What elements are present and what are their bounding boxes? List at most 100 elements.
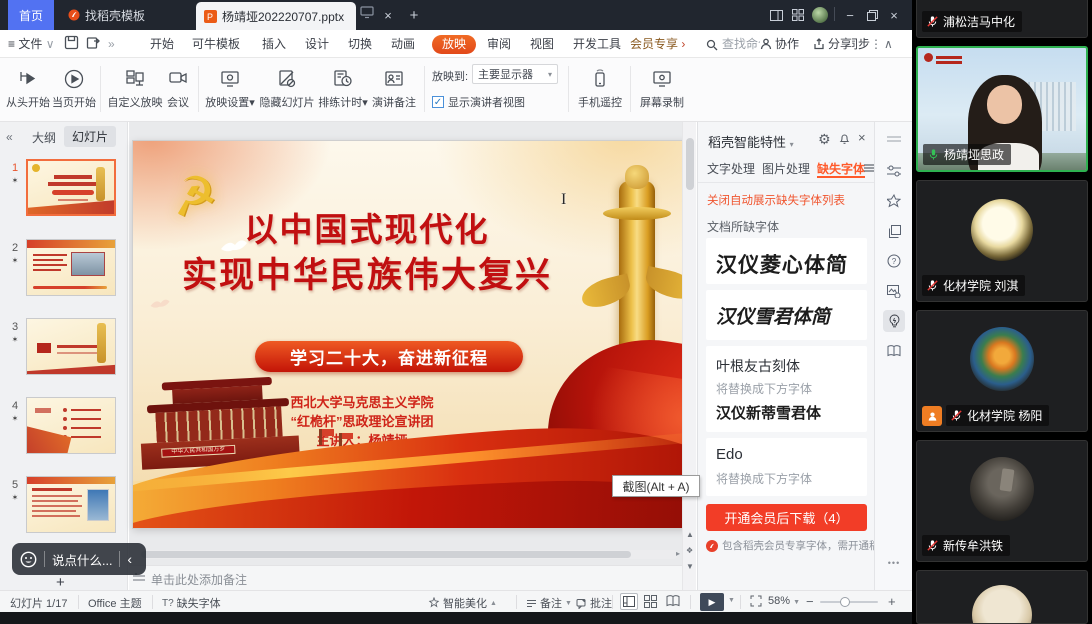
slide-nav-icon[interactable]: ❖ — [686, 546, 693, 555]
font-card-3[interactable]: 叶根友古刻体 将替换成下方字体 汉仪新蒂雪君体 — [706, 346, 867, 432]
show-settings-button[interactable]: 放映设置▾ — [204, 64, 256, 110]
menu-item-slideshow-active[interactable]: 放映 — [432, 35, 476, 54]
panel-settings-icon[interactable]: ⚙ — [818, 131, 831, 148]
menu-item-design[interactable]: 设计 — [305, 35, 329, 54]
font-card-1[interactable]: 汉仪菱心体简 — [706, 238, 867, 284]
previous-slide-button[interactable]: ▲ — [686, 530, 694, 539]
properties-sliders-icon[interactable] — [883, 160, 905, 182]
notes-button[interactable]: 备注▼ — [526, 595, 572, 611]
layout-single-icon[interactable] — [766, 5, 786, 25]
participant-tile-1[interactable]: 浦松洁马中化 — [916, 0, 1088, 38]
new-tab-button[interactable]: + — [404, 5, 424, 25]
slide-sorter-view-button[interactable] — [644, 595, 657, 611]
horizontal-scrollbar-thumb[interactable] — [141, 551, 631, 558]
phone-remote-button[interactable]: 手机遥控 — [576, 64, 624, 110]
vertical-scrollbar[interactable]: ▲ ❖ ▼ — [682, 122, 696, 590]
panel-tab-text[interactable]: 文字处理 — [707, 160, 755, 177]
presenter-view-checkbox[interactable]: ✓ 显示演讲者视图 — [432, 94, 525, 110]
menu-item-insert[interactable]: 插入 — [262, 35, 286, 54]
slide-thumbnail-1[interactable] — [26, 159, 116, 216]
tab-document[interactable]: P 杨靖垭202220707.pptx — [196, 2, 356, 30]
image-tools-icon[interactable] — [883, 280, 905, 302]
normal-view-button[interactable] — [620, 593, 638, 610]
comments-button[interactable]: 批注 — [576, 595, 612, 611]
fit-slide-icon[interactable] — [750, 595, 762, 610]
slide-title-line1[interactable]: 以中国式现代化 — [133, 203, 601, 251]
panel-drag-handle-icon[interactable] — [883, 128, 905, 150]
panel-tab-missing-fonts[interactable]: 缺失字体 — [817, 160, 865, 177]
panel-tab-image[interactable]: 图片处理 — [762, 160, 810, 177]
participant-tile-2-active-speaker[interactable]: 杨靖垭思政 — [916, 46, 1088, 172]
close-document-tab-icon[interactable]: × — [378, 5, 398, 25]
file-menu[interactable]: ≡ 文件 ∨ — [8, 35, 55, 54]
play-options-dropdown-icon[interactable]: ▼ — [728, 597, 735, 604]
horizontal-scrollbar[interactable]: ▸ — [133, 550, 678, 559]
menubar-more-icon[interactable]: ⋮∧ — [870, 35, 893, 54]
slide-title-line2[interactable]: 实现中华民族伟大复兴 — [133, 247, 601, 298]
vertical-scrollbar-thumb[interactable] — [686, 138, 694, 190]
emoji-icon[interactable] — [20, 551, 37, 568]
slide-thumbnail-2[interactable] — [26, 239, 116, 296]
menu-item-review[interactable]: 审阅 — [487, 35, 511, 54]
from-current-button[interactable]: 当页开始 — [52, 64, 96, 110]
chat-input-placeholder[interactable]: 说点什么... — [52, 550, 112, 569]
display-target-select[interactable]: 主要显示器▾ — [472, 64, 558, 84]
next-slide-button[interactable]: ▼ — [686, 562, 694, 571]
tab-template[interactable]: 找稻壳模板 — [58, 0, 155, 30]
output-icon[interactable] — [86, 35, 101, 54]
custom-show-button[interactable]: 自定义放映 — [106, 64, 164, 110]
download-after-membership-button[interactable]: 开通会员后下载（4） — [706, 504, 867, 531]
panel-title[interactable]: 稻壳智能特性 ▾ — [708, 132, 794, 151]
close-auto-show-link[interactable]: 关闭自动展示缺失字体列表 — [707, 192, 845, 208]
zoom-slider-knob[interactable] — [840, 597, 850, 607]
rehearse-timing-button[interactable]: 排练计时▾ — [316, 64, 370, 110]
scroll-right-arrow-icon[interactable]: ▸ — [676, 549, 680, 558]
save-icon[interactable] — [64, 35, 79, 54]
slide-thumbnail-3[interactable] — [26, 318, 116, 375]
theme-name[interactable]: Office 主题 — [88, 595, 142, 611]
from-beginning-button[interactable]: 从头开始 — [6, 64, 50, 110]
slides-tab-active[interactable]: 幻灯片 — [64, 126, 116, 147]
menu-item-keniu-template[interactable]: 可牛模板 — [192, 35, 240, 54]
zoom-slider[interactable] — [820, 601, 878, 603]
participant-tile-4[interactable]: 化材学院 杨阳 — [916, 310, 1088, 432]
tab-home[interactable]: 首页 — [8, 0, 54, 30]
share-button[interactable]: 分享 — [813, 35, 852, 52]
slide-banner[interactable]: 学习二十大，奋进新征程 — [255, 341, 523, 372]
user-avatar[interactable] — [812, 7, 828, 23]
smart-features-icon-active[interactable] — [883, 310, 905, 332]
menu-item-transition[interactable]: 切换 — [348, 35, 372, 54]
restore-button[interactable] — [862, 5, 882, 25]
guide-book-icon[interactable] — [883, 340, 905, 362]
outline-tab[interactable]: 大纲 — [32, 129, 56, 146]
play-slideshow-button[interactable]: ▶ — [700, 593, 724, 611]
zoom-out-button[interactable]: − — [806, 594, 814, 609]
hide-slide-button[interactable]: 隐藏幻灯片 — [258, 64, 316, 110]
font-card-2[interactable]: 汉仪雪君体简 — [706, 290, 867, 340]
font-card-4[interactable]: Edo 将替换成下方字体 — [706, 438, 867, 496]
copy-pages-icon[interactable] — [883, 220, 905, 242]
collaborate-button[interactable]: 协作 — [760, 35, 799, 52]
screen-record-button[interactable]: 屏幕录制 — [638, 64, 686, 110]
minimize-button[interactable]: − — [840, 5, 860, 25]
collapse-panel-icon[interactable]: « — [6, 130, 13, 144]
participant-tile-5[interactable]: 新传牟洪铁 — [916, 440, 1088, 562]
more-tools-icon[interactable]: ••• — [883, 552, 905, 574]
participant-tile-3[interactable]: 化材学院 刘淇 — [916, 180, 1088, 302]
menu-item-animation[interactable]: 动画 — [391, 35, 415, 54]
meeting-button[interactable]: 会议 — [162, 64, 194, 110]
menu-item-view[interactable]: 视图 — [530, 35, 554, 54]
slide-thumbnail-5[interactable] — [26, 476, 116, 533]
menu-item-member[interactable]: 会员专享 › — [630, 35, 685, 54]
close-window-button[interactable]: × — [884, 5, 904, 25]
layout-grid-icon[interactable] — [788, 5, 808, 25]
zoom-in-button[interactable]: + — [888, 594, 896, 609]
more-quick-tools-icon[interactable]: » — [108, 35, 115, 54]
collapse-chatbar-icon[interactable]: ‹ — [127, 551, 132, 567]
speaker-notes-button[interactable]: 演讲备注 — [370, 64, 418, 110]
smart-beautify-button[interactable]: 智能美化 ▲ — [428, 595, 497, 611]
menu-item-devtools[interactable]: 开发工具 — [573, 35, 621, 54]
help-icon[interactable]: ? — [883, 250, 905, 272]
meeting-chat-bar[interactable]: 说点什么... ‹ — [12, 543, 146, 575]
panel-bell-icon[interactable] — [838, 132, 851, 150]
